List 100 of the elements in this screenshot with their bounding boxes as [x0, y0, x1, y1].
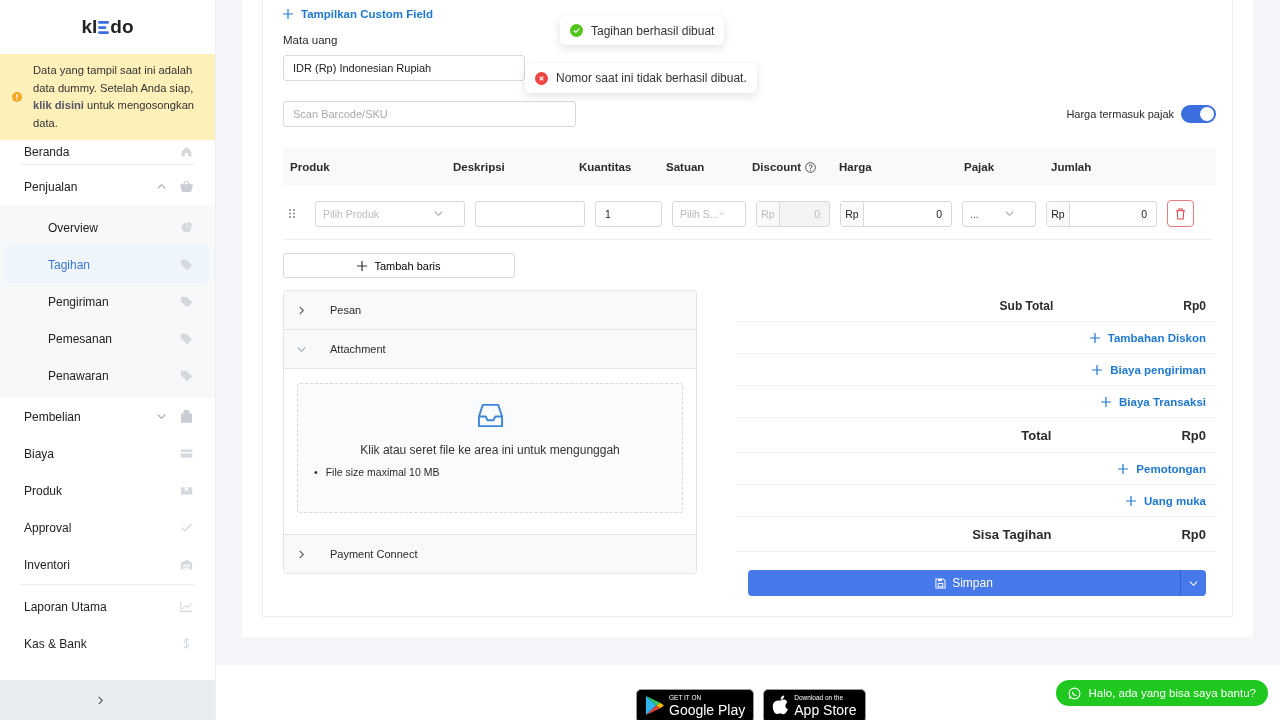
plus-icon — [1092, 364, 1103, 375]
check-circle-icon — [570, 24, 583, 37]
column-header: Deskripsi — [453, 161, 505, 173]
column-header: Pajak — [964, 161, 995, 173]
house-icon — [180, 145, 193, 158]
badge-store-name: Google Play — [669, 702, 746, 717]
nav-item[interactable]: Kas & Bank — [0, 625, 215, 662]
column-header: Harga — [839, 161, 872, 173]
tag-icon — [180, 369, 193, 382]
summary-link[interactable]: Biaya pengiriman — [1092, 363, 1206, 376]
save-options-button[interactable] — [1180, 570, 1206, 596]
pie-icon — [180, 221, 193, 234]
store-icon — [180, 558, 193, 571]
plus-icon — [1126, 495, 1136, 506]
card-icon — [180, 447, 193, 460]
nav-item[interactable]: Approval — [0, 509, 215, 546]
error-circle-icon — [535, 71, 548, 85]
trash-icon — [1175, 207, 1186, 220]
dollar-icon — [180, 637, 193, 650]
box-icon — [180, 484, 193, 497]
nav-subitem[interactable]: Overview — [4, 209, 209, 246]
toast-message: Nomor saat ini tidak berhasil dibuat. — [556, 71, 747, 85]
barcode-field[interactable]: Scan Barcode/SKU — [283, 101, 576, 127]
chevron-icon — [1005, 209, 1014, 218]
nav-item[interactable]: Produk — [0, 472, 215, 509]
column-header: Kuantitas — [579, 161, 632, 173]
caret-icon — [1189, 578, 1198, 588]
column-header: Satuan — [666, 161, 705, 173]
bullet-mark: • — [314, 465, 318, 479]
badge-store-name: App Store — [794, 702, 857, 717]
warning-icon — [12, 92, 22, 102]
chart-icon — [180, 600, 193, 613]
chat-bubble-icon — [1068, 686, 1082, 700]
chevron-icon — [718, 209, 724, 218]
clear-data-link[interactable]: klik disini — [33, 99, 84, 111]
plus-icon — [283, 9, 293, 19]
summary-link[interactable]: Uang muka — [1126, 494, 1206, 507]
summary-link[interactable]: Biaya Transaksi — [1101, 395, 1206, 408]
logo-mark-icon — [98, 20, 110, 34]
column-header: Produk — [290, 161, 330, 173]
logo-text: do — [110, 16, 134, 38]
nav-item[interactable]: Inventori — [0, 546, 215, 583]
summary-value: Rp0 — [1183, 298, 1206, 313]
summary-label: Sub Total — [998, 298, 1055, 313]
nav-subitem[interactable]: Penawaran — [4, 357, 209, 394]
upload-note: File size maximal 10 MB — [325, 465, 440, 479]
nav-item[interactable]: Beranda — [0, 140, 215, 163]
nav-item[interactable]: Biaya — [0, 435, 215, 472]
tax-select[interactable]: ... — [962, 200, 1036, 227]
logo-text: kl — [81, 16, 98, 38]
summary-label: Sisa Tagihan — [971, 526, 1053, 542]
summary-value: Rp0 — [1181, 427, 1206, 443]
delete-button[interactable] — [1167, 200, 1194, 227]
apple-icon — [772, 695, 790, 715]
basket-icon — [180, 180, 193, 193]
toggle-label: Harga termasuk pajak — [1066, 108, 1174, 120]
column-header: Discount — [752, 161, 802, 173]
nav-item[interactable]: Laporan Utama — [0, 588, 215, 625]
price-field[interactable]: Rp 0 — [840, 200, 952, 227]
toast-message: Tagihan berhasil dibuat — [591, 23, 715, 38]
floppy-icon — [935, 577, 947, 589]
column-header: Jumlah — [1051, 161, 1092, 173]
summary-value: Rp0 — [1181, 526, 1206, 542]
bag-icon — [180, 410, 193, 423]
plus-icon — [357, 260, 368, 271]
chevron-icon — [434, 209, 443, 218]
amount-field[interactable]: Rp 0 — [1046, 200, 1157, 227]
add-row-button[interactable]: Tambah baris — [283, 253, 515, 278]
nav-subitem[interactable]: Pemesanan — [4, 320, 209, 357]
accordion-header[interactable]: Pesan — [284, 291, 696, 329]
nav-subitem[interactable]: Pengiriman — [4, 283, 209, 320]
accordion-header[interactable]: Payment Connect — [284, 534, 696, 573]
plus-icon — [1118, 463, 1129, 474]
accordion-header[interactable]: Attachment — [284, 329, 696, 368]
drag-handle-icon[interactable] — [289, 209, 295, 218]
description-field[interactable] — [475, 200, 585, 227]
summary-link[interactable]: Tambahan Diskon — [1089, 331, 1206, 344]
field-label: Mata uang — [283, 34, 339, 48]
quantity-field[interactable]: 1 — [595, 200, 662, 227]
custom-field-link[interactable]: Tampilkan Custom Field — [283, 4, 434, 24]
tag-icon — [180, 295, 193, 308]
nav-item[interactable]: Penjualan — [0, 168, 215, 205]
save-button[interactable]: Simpan — [748, 570, 1180, 596]
summary-label: Total — [1020, 427, 1053, 443]
inbox-icon — [475, 402, 505, 429]
play-icon — [645, 695, 664, 716]
tag-icon — [180, 258, 193, 271]
plus-icon — [1101, 396, 1112, 407]
summary-link[interactable]: Pemotongan — [1118, 462, 1206, 475]
currency-select[interactable]: IDR (Rp) Indonesian Rupiah — [283, 55, 525, 81]
tag-icon — [180, 332, 193, 345]
nav-item[interactable]: Pembelian — [0, 398, 215, 435]
nav-subitem[interactable]: Tagihan — [4, 246, 209, 283]
notice-text: Data yang tampil saat ini adalah data dummy. Setelah Anda siap, klik disini untuk mengosongkan data. — [32, 63, 196, 131]
collapse-icon — [96, 695, 105, 705]
tax-toggle[interactable] — [1181, 105, 1216, 123]
check-icon — [180, 521, 193, 534]
upload-area[interactable]: Klik atau seret file ke area ini untuk mengunggah • File size maximal 10 MB — [297, 383, 683, 513]
upload-hint: Klik atau seret file ke area ini untuk mengunggah — [360, 443, 620, 457]
plus-icon — [1089, 332, 1100, 343]
